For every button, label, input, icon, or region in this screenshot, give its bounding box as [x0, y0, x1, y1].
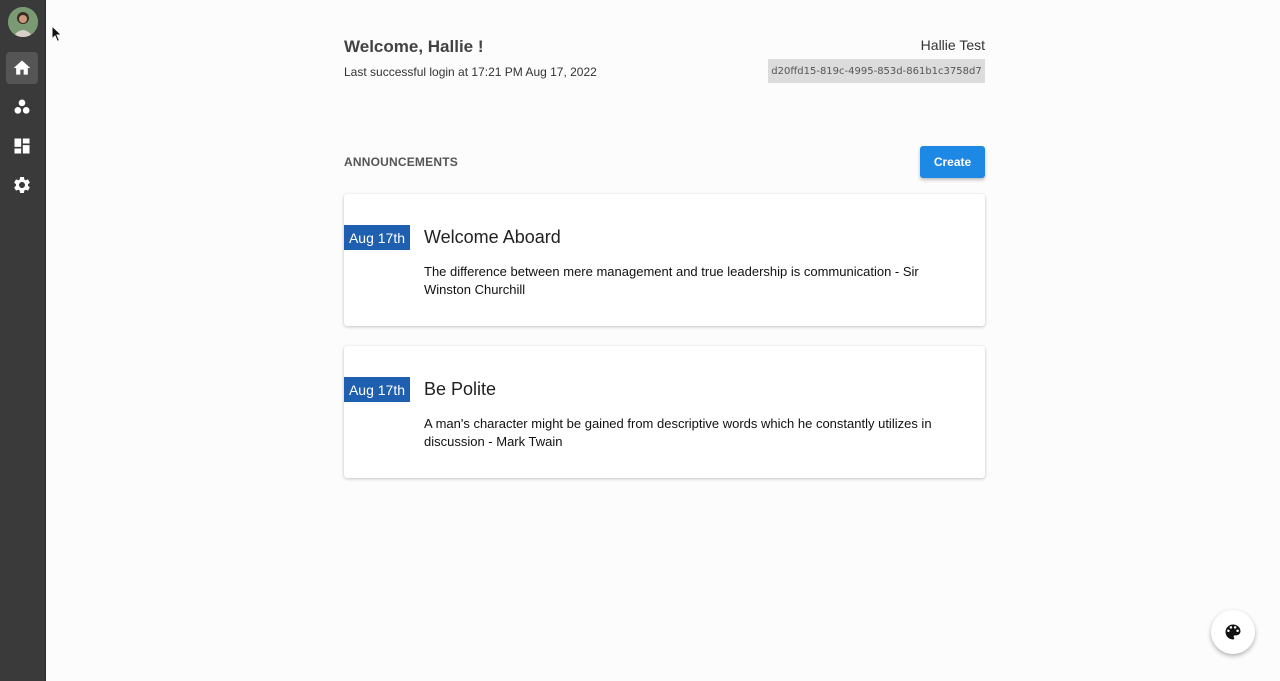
announcement-title: Be Polite [424, 379, 497, 399]
sidebar-item-home[interactable] [6, 52, 38, 84]
sidebar-item-settings[interactable] [6, 169, 38, 201]
announcements-title: ANNOUNCEMENTS [344, 155, 458, 169]
announcement-body: A man's character might be gained from d… [424, 416, 932, 449]
dashboard-icon [14, 138, 30, 154]
date-badge: Aug 17th [344, 225, 410, 250]
avatar[interactable] [8, 7, 38, 37]
palette-icon [1225, 624, 1241, 640]
welcome-title: Welcome, Hallie ! [344, 37, 484, 56]
announcement-card[interactable]: Aug 17th Welcome Aboard The difference b… [344, 194, 985, 326]
avatar-image [8, 7, 38, 37]
people-icon [14, 99, 30, 114]
sidebar [0, 0, 46, 681]
theme-palette-button[interactable] [1211, 610, 1255, 654]
gear-icon [14, 177, 30, 193]
create-button[interactable]: Create [920, 146, 985, 178]
home-icon [13, 60, 31, 75]
last-login-text: Last successful login at 17:21 PM Aug 17… [344, 65, 597, 79]
user-name: Hallie Test [920, 37, 985, 53]
sidebar-item-people[interactable] [6, 91, 38, 123]
announcement-card[interactable]: Aug 17th Be Polite A man's character mig… [344, 346, 985, 478]
date-badge: Aug 17th [344, 377, 410, 402]
announcement-body: The difference between mere management a… [424, 264, 919, 297]
mouse-cursor-icon [51, 25, 63, 43]
sidebar-item-dashboard[interactable] [6, 130, 38, 162]
announcement-title: Welcome Aboard [424, 227, 561, 247]
user-id-badge: d20ffd15-819c-4995-853d-861b1c3758d7 [768, 59, 985, 83]
